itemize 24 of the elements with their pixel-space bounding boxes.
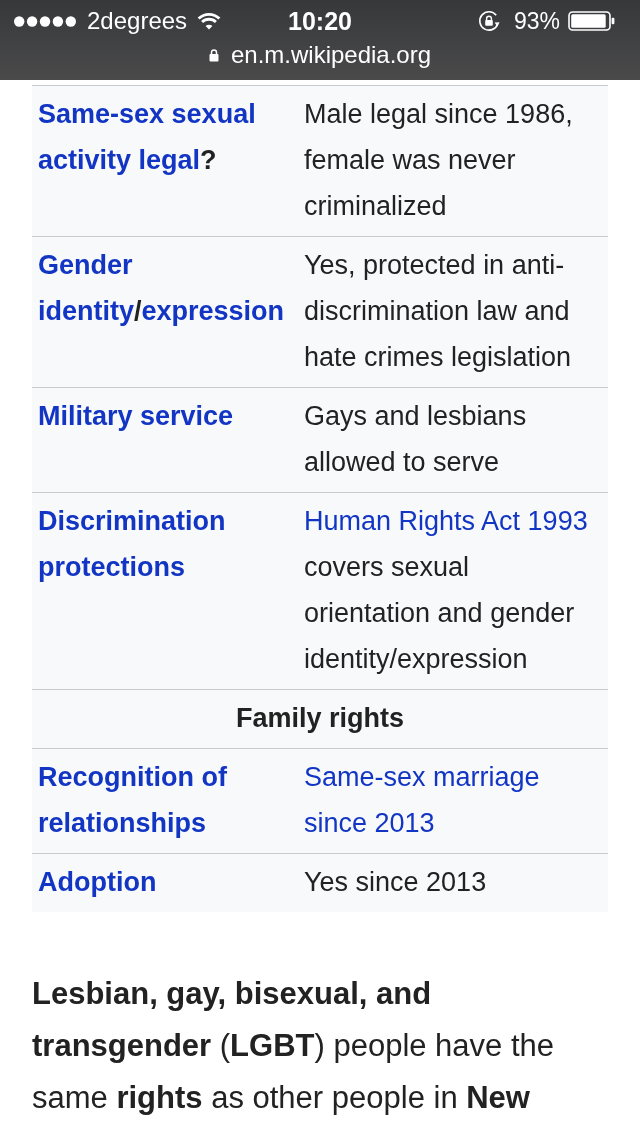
lock-icon — [208, 48, 219, 62]
cell-value: Male legal since 1986, female was never criminalized — [304, 98, 574, 223]
row-label-link[interactable]: Adoption — [38, 859, 157, 905]
cell-value: Gays and lesbians allowed to serve — [304, 400, 528, 479]
value-link[interactable]: Same-sex marriage since 2013 — [304, 754, 598, 846]
row-label-link[interactable]: Same-sex sexual activity legal? — [38, 91, 292, 183]
url-text[interactable]: en.m.wikipedia.org — [230, 41, 432, 69]
wifi-icon — [197, 12, 222, 30]
cell-value: Yes, protected in anti-discrimination law and hate crimes legislation — [304, 249, 573, 374]
row-label-link[interactable]: Discrimination protections — [38, 498, 292, 590]
intro-paragraph: Lesbian, gay, bisexual, and transgender (LGBT) people have the same rights as other people in New — [32, 975, 556, 1117]
row-label-link[interactable]: Gender identity/expression — [38, 242, 292, 334]
cell-value: Yes since 2013 — [304, 866, 487, 899]
cell-value: Human Rights Act 1993 covers sexual orientation and gender identity/expression — [304, 505, 589, 676]
signal-strength-icon — [14, 15, 76, 27]
text-link[interactable]: Human Rights Act 1993 — [304, 506, 588, 536]
clock-time: 10:20 — [288, 6, 352, 36]
row-label-link[interactable]: Recognition of relationships — [38, 754, 292, 846]
battery-icon — [568, 11, 615, 31]
battery-percent: 93% — [513, 7, 560, 35]
rotation-lock-icon — [477, 10, 500, 32]
carrier-name: 2degrees — [87, 7, 188, 35]
section-header: Family rights — [235, 703, 404, 733]
row-label-link[interactable]: Military service — [38, 393, 234, 439]
